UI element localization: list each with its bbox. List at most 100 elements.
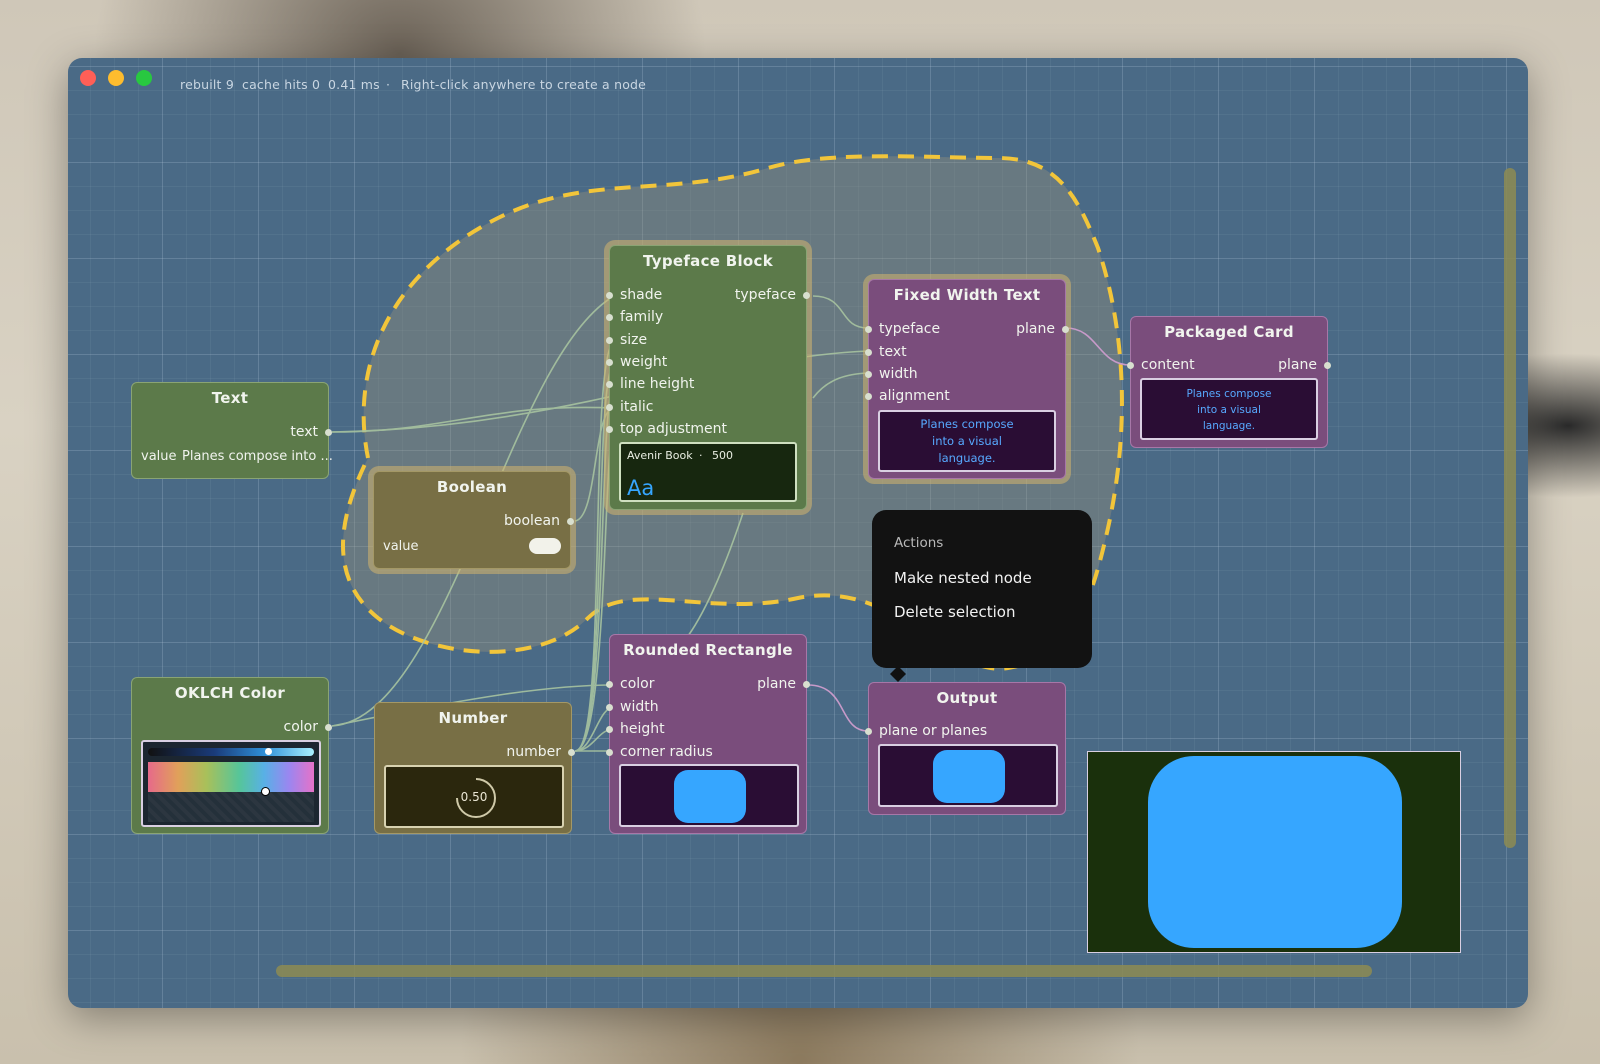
out-of-gamut-area (148, 792, 314, 822)
input-port-corner-radius: corner radius (620, 744, 713, 760)
port-handle[interactable] (606, 337, 613, 344)
output-port-text: text (290, 424, 318, 440)
port-handle[interactable] (1324, 362, 1331, 369)
input-port-italic: italic (620, 399, 654, 415)
color-picker-handle[interactable] (261, 787, 270, 796)
input-port-typeface: typeface (879, 321, 941, 337)
horizontal-scrollbar[interactable] (276, 965, 1372, 977)
wire-rr-to-output (807, 684, 869, 732)
menu-item-delete-selection[interactable]: Delete selection (894, 603, 1015, 621)
node-title: Rounded Rectangle (623, 641, 793, 659)
preview-rounded-rect (674, 770, 746, 823)
port-handle[interactable] (803, 681, 810, 688)
chroma-hue-plane[interactable] (148, 762, 314, 792)
input-port-color: color (620, 676, 655, 692)
rounded-rectangle-preview (619, 764, 799, 827)
packaged-card-node[interactable]: Packaged Card plane content Planes compo… (1127, 316, 1331, 448)
input-port-width: width (620, 699, 659, 715)
port-handle[interactable] (865, 393, 872, 400)
number-dial-panel[interactable]: 0.50 (384, 765, 564, 828)
value-label: value (141, 449, 177, 464)
port-handle[interactable] (606, 404, 613, 411)
boolean-node[interactable]: Boolean boolean value (373, 471, 574, 569)
port-handle[interactable] (1127, 362, 1134, 369)
port-handle[interactable] (606, 359, 613, 366)
port-handle[interactable] (1062, 326, 1069, 333)
port-handle[interactable] (606, 749, 613, 756)
preview-rounded-rect (933, 750, 1005, 803)
fixed-width-text-preview: Planes compose into a visual language. (878, 410, 1056, 472)
output-port-plane: plane (1016, 321, 1055, 337)
port-handle[interactable] (606, 726, 613, 733)
port-handle[interactable] (606, 314, 613, 321)
port-handle[interactable] (567, 518, 574, 525)
text-value-field[interactable]: Planes compose into ... (182, 449, 333, 464)
input-port-top-adjustment: top adjustment (620, 421, 728, 437)
slider-thumb[interactable] (265, 748, 272, 755)
preview-font-name: Avenir Book (627, 449, 693, 462)
input-port-line-height: line height (620, 376, 695, 392)
port-handle[interactable] (606, 381, 613, 388)
port-handle[interactable] (325, 429, 332, 436)
lightness-slider[interactable] (148, 748, 314, 756)
port-handle[interactable] (568, 749, 575, 756)
packaged-card-preview: Planes compose into a visual language. (1140, 378, 1318, 440)
port-handle[interactable] (865, 349, 872, 356)
input-port-height: height (620, 721, 665, 737)
preview-separator: · (699, 449, 703, 462)
input-port-shade: shade (620, 287, 663, 303)
port-handle[interactable] (865, 326, 872, 333)
fixed-width-text-node[interactable]: Fixed Width Text plane typeface text wid… (865, 279, 1069, 479)
output-port-plane: plane (757, 676, 796, 692)
number-node[interactable]: Number number 0.50 (374, 702, 575, 834)
preview-font-weight: 500 (712, 449, 733, 462)
port-handle[interactable] (325, 724, 332, 731)
vertical-scrollbar[interactable] (1504, 168, 1516, 848)
output-port-number: number (506, 744, 561, 760)
preview-sample: Aa (627, 476, 655, 500)
input-port-plane-or-planes: plane or planes (879, 723, 988, 739)
preview-text: Planes compose into a visual language. (1186, 388, 1272, 432)
typeface-block-node[interactable]: Typeface Block typeface shade family siz… (606, 245, 810, 510)
input-port-family: family (620, 309, 664, 325)
output-preview (878, 744, 1058, 807)
port-handle[interactable] (865, 371, 872, 378)
input-port-text: text (879, 344, 907, 360)
node-title: Output (936, 689, 998, 707)
text-node[interactable]: Text text value Planes compose into ... (131, 382, 333, 479)
node-title: OKLCH Color (174, 684, 286, 702)
preview-text: Planes compose into a visual language. (920, 417, 1014, 465)
node-title: Boolean (436, 478, 508, 496)
output-port-color: color (283, 719, 318, 735)
number-value: 0.50 (460, 790, 488, 804)
port-handle[interactable] (606, 704, 613, 711)
port-handle[interactable] (606, 292, 613, 299)
output-canvas-preview (1087, 751, 1461, 953)
context-menu: Actions Make nested node Delete selectio… (872, 510, 1092, 668)
input-port-content: content (1141, 357, 1195, 373)
output-anchor-icon (890, 666, 906, 682)
input-port-width: width (879, 366, 918, 382)
output-port-boolean: boolean (504, 513, 560, 529)
port-handle[interactable] (803, 292, 810, 299)
node-title: Packaged Card (1164, 323, 1294, 341)
output-port-typeface: typeface (734, 287, 796, 303)
node-title: Number (438, 709, 508, 727)
boolean-toggle[interactable] (529, 538, 561, 554)
output-node[interactable]: Output plane or planes (865, 682, 1066, 815)
node-title: Text (211, 389, 249, 407)
oklch-color-picker[interactable] (141, 740, 321, 827)
node-title: Fixed Width Text (893, 286, 1041, 304)
port-handle[interactable] (606, 681, 613, 688)
port-handle[interactable] (606, 426, 613, 433)
input-port-weight: weight (620, 354, 668, 370)
input-port-size: size (620, 332, 648, 348)
output-port-plane: plane (1278, 357, 1317, 373)
typeface-preview: Avenir Book · 500 Aa (619, 442, 797, 502)
input-port-alignment: alignment (879, 388, 950, 404)
menu-item-make-nested-node[interactable]: Make nested node (894, 569, 1032, 587)
node-editor-window: rebuilt 9 cache hits 0 0.41 ms · Right-c… (68, 58, 1528, 1008)
rounded-rectangle-node[interactable]: Rounded Rectangle plane color width heig… (606, 634, 810, 834)
oklch-color-node[interactable]: OKLCH Color color (131, 677, 332, 834)
port-handle[interactable] (865, 728, 872, 735)
